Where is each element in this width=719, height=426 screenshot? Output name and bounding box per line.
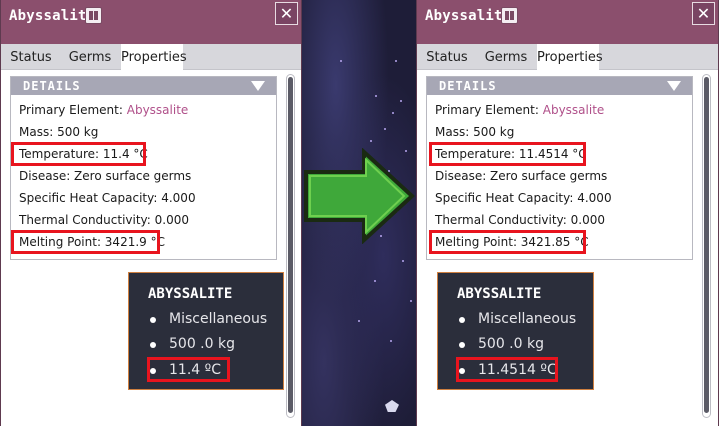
temperature-highlight bbox=[11, 142, 146, 166]
tab-bar: Status Germs Properties bbox=[417, 44, 718, 71]
tab-germs[interactable]: Germs bbox=[61, 46, 119, 70]
bullet-icon bbox=[459, 317, 465, 323]
chevron-down-icon[interactable] bbox=[251, 81, 265, 91]
tab-bar: Status Germs Properties bbox=[1, 44, 301, 71]
scrollbar-thumb[interactable] bbox=[288, 77, 293, 413]
tab-properties[interactable]: Properties bbox=[537, 44, 603, 71]
primary-element-row: Primary Element: Abyssalite bbox=[19, 103, 188, 117]
primary-element-label: Primary Element: bbox=[435, 103, 539, 117]
details-title: DETAILS bbox=[23, 79, 81, 93]
chevron-down-icon[interactable] bbox=[667, 81, 681, 91]
arrow-right-icon bbox=[304, 148, 415, 244]
tab-status[interactable]: Status bbox=[419, 46, 475, 70]
thermal-conductivity-row: Thermal Conductivity: 0.000 bbox=[435, 213, 605, 227]
book-icon[interactable] bbox=[85, 7, 102, 24]
tooltip-title: ABYSSALITE bbox=[148, 286, 233, 302]
thermal-conductivity-row: Thermal Conductivity: 0.000 bbox=[19, 213, 189, 227]
scrollbar-thumb[interactable] bbox=[704, 77, 709, 413]
specific-heat-row: Specific Heat Capacity: 4.000 bbox=[19, 191, 196, 205]
tooltip-title: ABYSSALITE bbox=[457, 286, 542, 302]
tab-germs[interactable]: Germs bbox=[477, 46, 535, 70]
mass-row: Mass: 500 kg bbox=[435, 125, 515, 139]
primary-element-link[interactable]: Abyssalite bbox=[543, 103, 605, 117]
scrollbar[interactable] bbox=[286, 74, 295, 418]
tab-status[interactable]: Status bbox=[3, 46, 59, 70]
tooltip-mass: 500 .0 kg bbox=[478, 336, 544, 352]
tab-properties[interactable]: Properties bbox=[121, 44, 187, 71]
book-icon[interactable] bbox=[501, 7, 518, 24]
primary-element-label: Primary Element: bbox=[19, 103, 123, 117]
panel-title: Abyssalite bbox=[9, 8, 96, 24]
close-button[interactable]: ✕ bbox=[275, 2, 298, 25]
temperature-highlight bbox=[429, 142, 586, 166]
side-panel-after: Abyssalite ✕ Status Germs Properties DET… bbox=[416, 0, 719, 426]
melting-point-highlight bbox=[429, 230, 586, 254]
tooltip-category: Miscellaneous bbox=[169, 311, 268, 327]
panel-titlebar: Abyssalite ✕ bbox=[1, 0, 301, 44]
bullet-icon bbox=[459, 342, 465, 348]
tooltip-temperature-highlight bbox=[147, 357, 230, 382]
disease-row: Disease: Zero surface germs bbox=[19, 169, 192, 183]
close-button[interactable]: ✕ bbox=[692, 2, 715, 25]
panel-titlebar: Abyssalite ✕ bbox=[417, 0, 718, 44]
bullet-icon bbox=[150, 342, 156, 348]
mass-row: Mass: 500 kg bbox=[19, 125, 99, 139]
scrollbar[interactable] bbox=[702, 74, 711, 418]
details-header[interactable]: DETAILS bbox=[11, 77, 276, 95]
disease-row: Disease: Zero surface germs bbox=[435, 169, 608, 183]
tooltip-temperature-highlight bbox=[456, 357, 558, 382]
melting-point-highlight bbox=[11, 230, 160, 254]
tooltip-mass: 500 .0 kg bbox=[169, 336, 235, 352]
details-header[interactable]: DETAILS bbox=[427, 77, 692, 95]
panel-title: Abyssalite bbox=[425, 8, 512, 24]
primary-element-row: Primary Element: Abyssalite bbox=[435, 103, 604, 117]
side-panel-before: Abyssalite ✕ Status Germs Properties DET… bbox=[0, 0, 302, 426]
primary-element-link[interactable]: Abyssalite bbox=[127, 103, 189, 117]
specific-heat-row: Specific Heat Capacity: 4.000 bbox=[435, 191, 612, 205]
tooltip-category: Miscellaneous bbox=[478, 311, 577, 327]
bullet-icon bbox=[150, 317, 156, 323]
details-title: DETAILS bbox=[439, 79, 497, 93]
